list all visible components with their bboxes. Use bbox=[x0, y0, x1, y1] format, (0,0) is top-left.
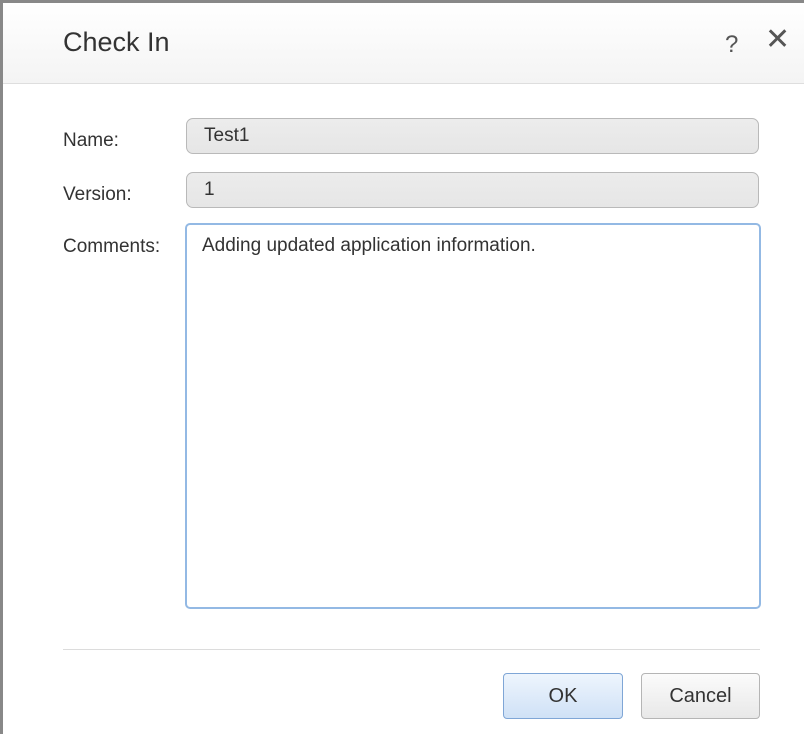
name-label: Name: bbox=[63, 130, 119, 151]
dialog-titlebar: Check In ? ✕ bbox=[3, 3, 804, 84]
version-label: Version: bbox=[63, 184, 132, 205]
cancel-button[interactable]: Cancel bbox=[641, 673, 760, 719]
close-icon[interactable]: ✕ bbox=[765, 25, 790, 55]
comments-label: Comments: bbox=[63, 236, 161, 257]
comments-textarea[interactable]: Adding updated application information. bbox=[185, 223, 761, 609]
ok-button[interactable]: OK bbox=[503, 673, 623, 719]
name-field[interactable] bbox=[186, 118, 759, 154]
help-icon[interactable]: ? bbox=[725, 31, 738, 59]
check-in-dialog: Check In ? ✕ Name: Version: Comments: Ad… bbox=[0, 0, 804, 734]
footer-divider bbox=[63, 649, 760, 650]
version-field[interactable] bbox=[186, 172, 759, 208]
dialog-title: Check In bbox=[63, 27, 170, 57]
